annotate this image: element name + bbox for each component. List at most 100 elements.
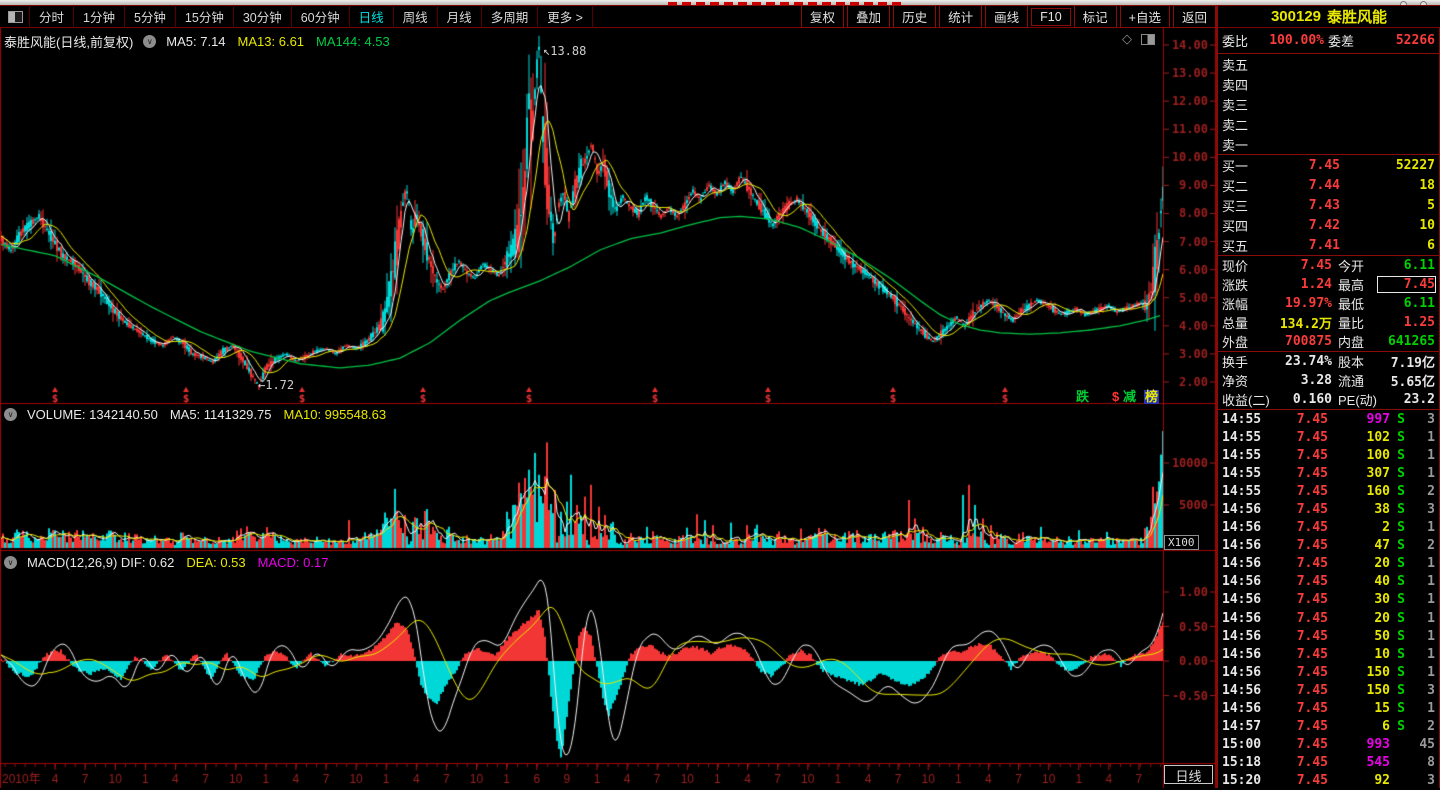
tx-count: 1 [1412,430,1435,445]
tx-count: 1 [1412,629,1435,644]
tx-price: 7.45 [1264,773,1328,788]
tx-count: 3 [1412,412,1435,427]
transaction-row: 15:007.4599345 [1218,736,1439,754]
transaction-row: 14:567.4520S1 [1218,609,1439,627]
stock-code: 300129 [1271,8,1321,25]
tx-side: S [1390,556,1412,571]
period-tab-7[interactable]: 周线 [394,5,438,28]
tx-price: 7.45 [1264,592,1328,607]
info-row: 收益(二)0.160PE(动)23.2 [1218,390,1439,409]
action-button-4[interactable]: 画线 [985,5,1028,28]
tx-count: 2 [1412,538,1435,553]
transaction-row: 14:567.4530S1 [1218,591,1439,609]
period-tab-4[interactable]: 30分钟 [234,5,292,28]
tx-count: 3 [1412,502,1435,517]
quote-value: 641265 [1378,334,1435,349]
tx-count: 1 [1412,520,1435,535]
buy-level-label: 买三 [1222,196,1274,215]
tx-price: 7.45 [1264,502,1328,517]
quote-label: 外盘 [1222,332,1256,351]
action-button-7[interactable]: +自选 [1120,5,1170,28]
period-tab-9[interactable]: 多周期 [482,5,539,28]
transaction-row: 14:567.4515S1 [1218,700,1439,718]
transaction-row: 14:567.45150S3 [1218,681,1439,699]
macd-label-0: MACD(12,26,9) DIF: 0.62 [27,555,174,570]
sell-level-label: 卖四 [1222,75,1274,94]
tx-time: 14:55 [1222,484,1264,499]
buy-volume: 52227 [1340,158,1435,173]
period-tab-5[interactable]: 60分钟 [292,5,350,28]
split-window-icon[interactable] [1141,34,1155,45]
tx-price: 7.45 [1264,574,1328,589]
action-button-8[interactable]: 返回 [1173,5,1216,28]
sell-order-book: 卖五卖四卖三卖二卖一 [1218,54,1439,155]
action-button-0[interactable]: 复权 [801,5,844,28]
sell-row: 卖一 [1218,134,1439,154]
transaction-row: 14:567.4520S1 [1218,555,1439,573]
tx-side: S [1390,412,1412,427]
tx-side: S [1390,448,1412,463]
info-value: 3.28 [1256,373,1332,388]
tx-side: S [1390,701,1412,716]
main-chart-title: 泰胜风能(日线,前复权) [4,32,133,51]
quote-label: 涨跌 [1222,275,1256,294]
period-tab-3[interactable]: 15分钟 [176,5,234,28]
macd-label-1: DEA: 0.53 [186,555,245,570]
buy-row: 买二7.4418 [1218,175,1439,195]
buy-price: 7.44 [1274,178,1340,193]
tx-time: 15:18 [1222,755,1264,770]
quote-label: 最高 [1338,275,1378,294]
action-button-5[interactable]: F10 [1031,8,1071,26]
volume-unit-badge[interactable]: X100 [1164,535,1199,550]
buy-level-label: 买五 [1222,236,1274,255]
tx-volume: 47 [1328,538,1390,553]
period-tab-10[interactable]: 更多 > [538,5,593,28]
macd-pane-labels: MACD(12,26,9) DIF: 0.62DEA: 0.53MACD: 0.… [4,555,328,570]
tx-volume: 160 [1328,484,1390,499]
sell-row: 卖五 [1218,54,1439,74]
quote-label: 涨幅 [1222,294,1256,313]
tx-volume: 38 [1328,502,1390,517]
tx-count: 1 [1412,592,1435,607]
ma-label-0: MA5: 7.14 [166,34,225,49]
tx-price: 7.45 [1264,520,1328,535]
period-tab-6[interactable]: 日线 [350,5,394,28]
window-layout-icon[interactable] [8,11,23,23]
action-button-3[interactable]: 统计 [939,5,982,28]
buy-level-label: 买四 [1222,216,1274,235]
buy-price: 7.42 [1274,218,1340,233]
period-badge[interactable]: 日线 [1164,765,1213,784]
quote-label: 现价 [1222,256,1256,275]
transaction-row: 14:577.456S2 [1218,718,1439,736]
tx-price: 7.45 [1264,466,1328,481]
quote-row: 涨幅19.97%最低6.11 [1218,294,1439,313]
info-row: 净资3.28流通5.65亿 [1218,371,1439,390]
tx-time: 14:56 [1222,520,1264,535]
tx-time: 14:55 [1222,430,1264,445]
action-button-1[interactable]: 叠加 [847,5,890,28]
quote-value: 6.11 [1378,296,1435,311]
tx-time: 14:56 [1222,683,1264,698]
volume-pane-labels: VOLUME: 1342140.50MA5: 1141329.75MA10: 9… [4,407,386,422]
period-tab-0[interactable]: 分时 [29,5,74,28]
info-value: 0.160 [1280,392,1332,407]
chevron-down-icon[interactable] [4,556,17,569]
transaction-row: 14:567.452S1 [1218,519,1439,537]
tx-count: 2 [1412,719,1435,734]
period-tab-8[interactable]: 月线 [438,5,482,28]
buy-row: 买三7.435 [1218,195,1439,215]
action-button-2[interactable]: 历史 [893,5,936,28]
diamond-icon[interactable]: ◇ [1122,31,1132,47]
macd-labels: MACD(12,26,9) DIF: 0.62DEA: 0.53MACD: 0.… [27,555,328,570]
tx-price: 7.45 [1264,629,1328,644]
period-toolbar: 分时1分钟5分钟15分钟30分钟60分钟日线周线月线多周期更多 > 复权叠加历史… [0,6,1216,27]
chevron-down-icon[interactable] [143,35,156,48]
tx-price: 7.45 [1264,538,1328,553]
tick-transaction-list[interactable]: 14:557.45997S314:557.45102S114:557.45100… [1218,410,1439,790]
chevron-down-icon[interactable] [4,408,17,421]
main-chart-labels: 泰胜风能(日线,前复权) MA5: 7.14MA13: 6.61MA144: 4… [4,32,390,51]
action-button-6[interactable]: 标记 [1074,5,1117,28]
tx-volume: 150 [1328,665,1390,680]
period-tab-1[interactable]: 1分钟 [74,5,125,28]
period-tab-2[interactable]: 5分钟 [125,5,176,28]
